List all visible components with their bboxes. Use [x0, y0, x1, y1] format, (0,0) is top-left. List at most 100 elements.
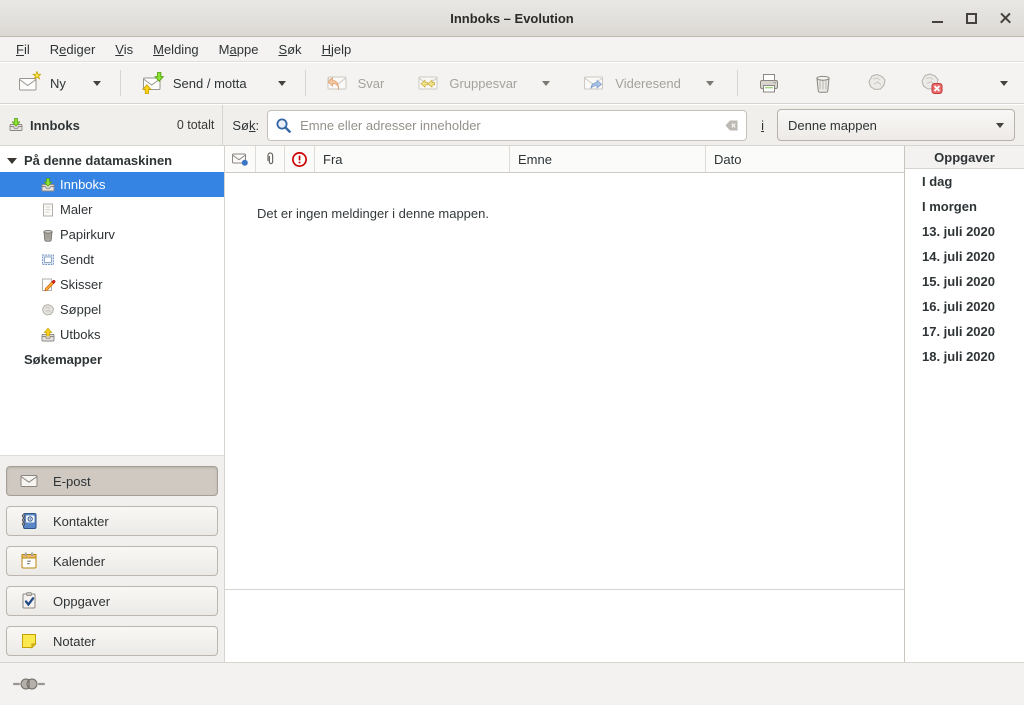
- search-input[interactable]: [267, 110, 747, 141]
- sidebar-item-sokemapper[interactable]: Søkemapper: [0, 347, 224, 372]
- folder-tree: På denne datamaskinen Innboks: [0, 146, 224, 455]
- read-status-icon: [231, 151, 249, 167]
- window-title: Innboks – Evolution: [0, 11, 1024, 26]
- folder-message-count: 0 totalt: [177, 118, 215, 132]
- forward-icon: [582, 71, 606, 95]
- column-priority[interactable]: [285, 146, 315, 172]
- sidebar-folder-papirkurv[interactable]: Papirkurv: [0, 222, 224, 247]
- search-label: Søk:: [232, 118, 259, 133]
- paperclip-icon: [262, 151, 278, 167]
- titlebar: Innboks – Evolution: [0, 0, 1024, 37]
- new-message-button[interactable]: Ny: [8, 67, 110, 99]
- toolbar-overflow-arrow-icon[interactable]: [1000, 81, 1008, 86]
- menu-melding[interactable]: Melding: [143, 39, 209, 60]
- switcher-oppgaver-button[interactable]: Oppgaver: [6, 586, 218, 616]
- preview-pane-splitter[interactable]: [225, 589, 904, 590]
- toolbar-separator: [737, 70, 738, 96]
- junk-button[interactable]: [856, 67, 898, 99]
- contacts-icon: [19, 511, 39, 531]
- send-receive-button[interactable]: Send / motta: [131, 67, 295, 99]
- send-receive-icon: [140, 71, 164, 95]
- search-scope-select[interactable]: Denne mappen: [777, 109, 1015, 141]
- current-folder-name: Innboks: [30, 118, 80, 133]
- sidebar-folder-innboks[interactable]: Innboks: [0, 172, 224, 197]
- todo-group-date[interactable]: 15. juli 2020: [905, 269, 1024, 294]
- todo-pane-title: Oppgaver: [905, 146, 1024, 169]
- view-switcher: E-post Kontakter: [0, 455, 224, 662]
- message-list-header: Fra Emne Dato: [225, 146, 904, 173]
- forward-dropdown-arrow-icon[interactable]: [706, 81, 714, 86]
- column-attachment[interactable]: [256, 146, 285, 172]
- menu-rediger[interactable]: Rediger: [40, 39, 106, 60]
- forward-button[interactable]: Videresend: [573, 67, 723, 99]
- not-junk-button[interactable]: [910, 67, 952, 99]
- expander-icon[interactable]: [7, 158, 17, 164]
- sidebar-folder-utboks[interactable]: Utboks: [0, 322, 224, 347]
- column-from[interactable]: Fra: [315, 146, 510, 172]
- account-row[interactable]: På denne datamaskinen: [0, 148, 224, 172]
- search-row: Innboks 0 totalt Søk:: [0, 105, 1024, 146]
- reply-button[interactable]: Svar: [316, 67, 394, 99]
- minimize-icon: [932, 21, 943, 23]
- print-button[interactable]: [748, 67, 790, 99]
- not-junk-icon: [919, 71, 943, 95]
- switcher-notater-button[interactable]: Notater: [6, 626, 218, 656]
- drafts-icon: [40, 277, 56, 293]
- column-date[interactable]: Dato: [706, 146, 904, 172]
- menu-fil[interactable]: Fil: [6, 39, 40, 60]
- search-icon[interactable]: [275, 117, 292, 134]
- window-controls: [928, 0, 1014, 36]
- minimize-button[interactable]: [928, 9, 946, 27]
- templates-icon: [40, 202, 56, 218]
- search-in-label: i: [761, 118, 764, 133]
- todo-group-date[interactable]: 17. juli 2020: [905, 319, 1024, 344]
- switcher-kontakter-button[interactable]: Kontakter: [6, 506, 218, 536]
- sidebar-folder-soppel[interactable]: Søppel: [0, 297, 224, 322]
- search-entry: [267, 110, 747, 141]
- inbox-icon: [40, 177, 56, 193]
- priority-icon: [291, 151, 308, 168]
- inbox-icon: [8, 117, 24, 133]
- online-status-icon[interactable]: [13, 676, 45, 692]
- toolbar-separator: [305, 70, 306, 96]
- message-list-pane: Fra Emne Dato Det er ingen meldinger i d…: [225, 146, 904, 662]
- new-mail-icon: [17, 71, 41, 95]
- clear-search-icon[interactable]: [723, 117, 740, 134]
- trash-icon: [40, 227, 56, 243]
- trash-icon: [811, 71, 835, 95]
- new-dropdown-arrow-icon[interactable]: [93, 81, 101, 86]
- sidebar-folder-sendt[interactable]: Sendt: [0, 247, 224, 272]
- junk-icon: [40, 302, 56, 318]
- todo-group-date[interactable]: 13. juli 2020: [905, 219, 1024, 244]
- calendar-icon: [19, 551, 39, 571]
- menu-vis[interactable]: Vis: [105, 39, 143, 60]
- todo-group-date[interactable]: 14. juli 2020: [905, 244, 1024, 269]
- switcher-kalender-button[interactable]: Kalender: [6, 546, 218, 576]
- sidebar-folder-maler[interactable]: Maler: [0, 197, 224, 222]
- memos-icon: [19, 631, 39, 651]
- empty-folder-message: Det er ingen meldinger i denne mappen.: [257, 206, 489, 221]
- menu-sok[interactable]: Søk: [268, 39, 311, 60]
- close-button[interactable]: [996, 9, 1014, 27]
- column-subject[interactable]: Emne: [510, 146, 706, 172]
- todo-group-date[interactable]: 18. juli 2020: [905, 344, 1024, 369]
- todo-group-today[interactable]: I dag: [905, 169, 1024, 194]
- menu-hjelp[interactable]: Hjelp: [312, 39, 362, 60]
- group-reply-dropdown-arrow-icon[interactable]: [542, 81, 550, 86]
- search-scope-value: Denne mappen: [788, 118, 877, 133]
- search-area: Søk: i Denne mappen: [223, 105, 1024, 145]
- switcher-epost-button[interactable]: E-post: [6, 466, 218, 496]
- sidebar-folder-skisser[interactable]: Skisser: [0, 272, 224, 297]
- group-reply-button[interactable]: Gruppesvar: [407, 67, 559, 99]
- maximize-button[interactable]: [962, 9, 980, 27]
- menu-mappe[interactable]: Mappe: [209, 39, 269, 60]
- send-receive-dropdown-arrow-icon[interactable]: [278, 81, 286, 86]
- todo-group-date[interactable]: 16. juli 2020: [905, 294, 1024, 319]
- delete-button[interactable]: [802, 67, 844, 99]
- current-folder-header: Innboks 0 totalt: [0, 105, 223, 145]
- junk-icon: [865, 71, 889, 95]
- todo-group-tomorrow[interactable]: I morgen: [905, 194, 1024, 219]
- printer-icon: [757, 71, 781, 95]
- column-read-status[interactable]: [225, 146, 256, 172]
- close-icon: [999, 12, 1012, 25]
